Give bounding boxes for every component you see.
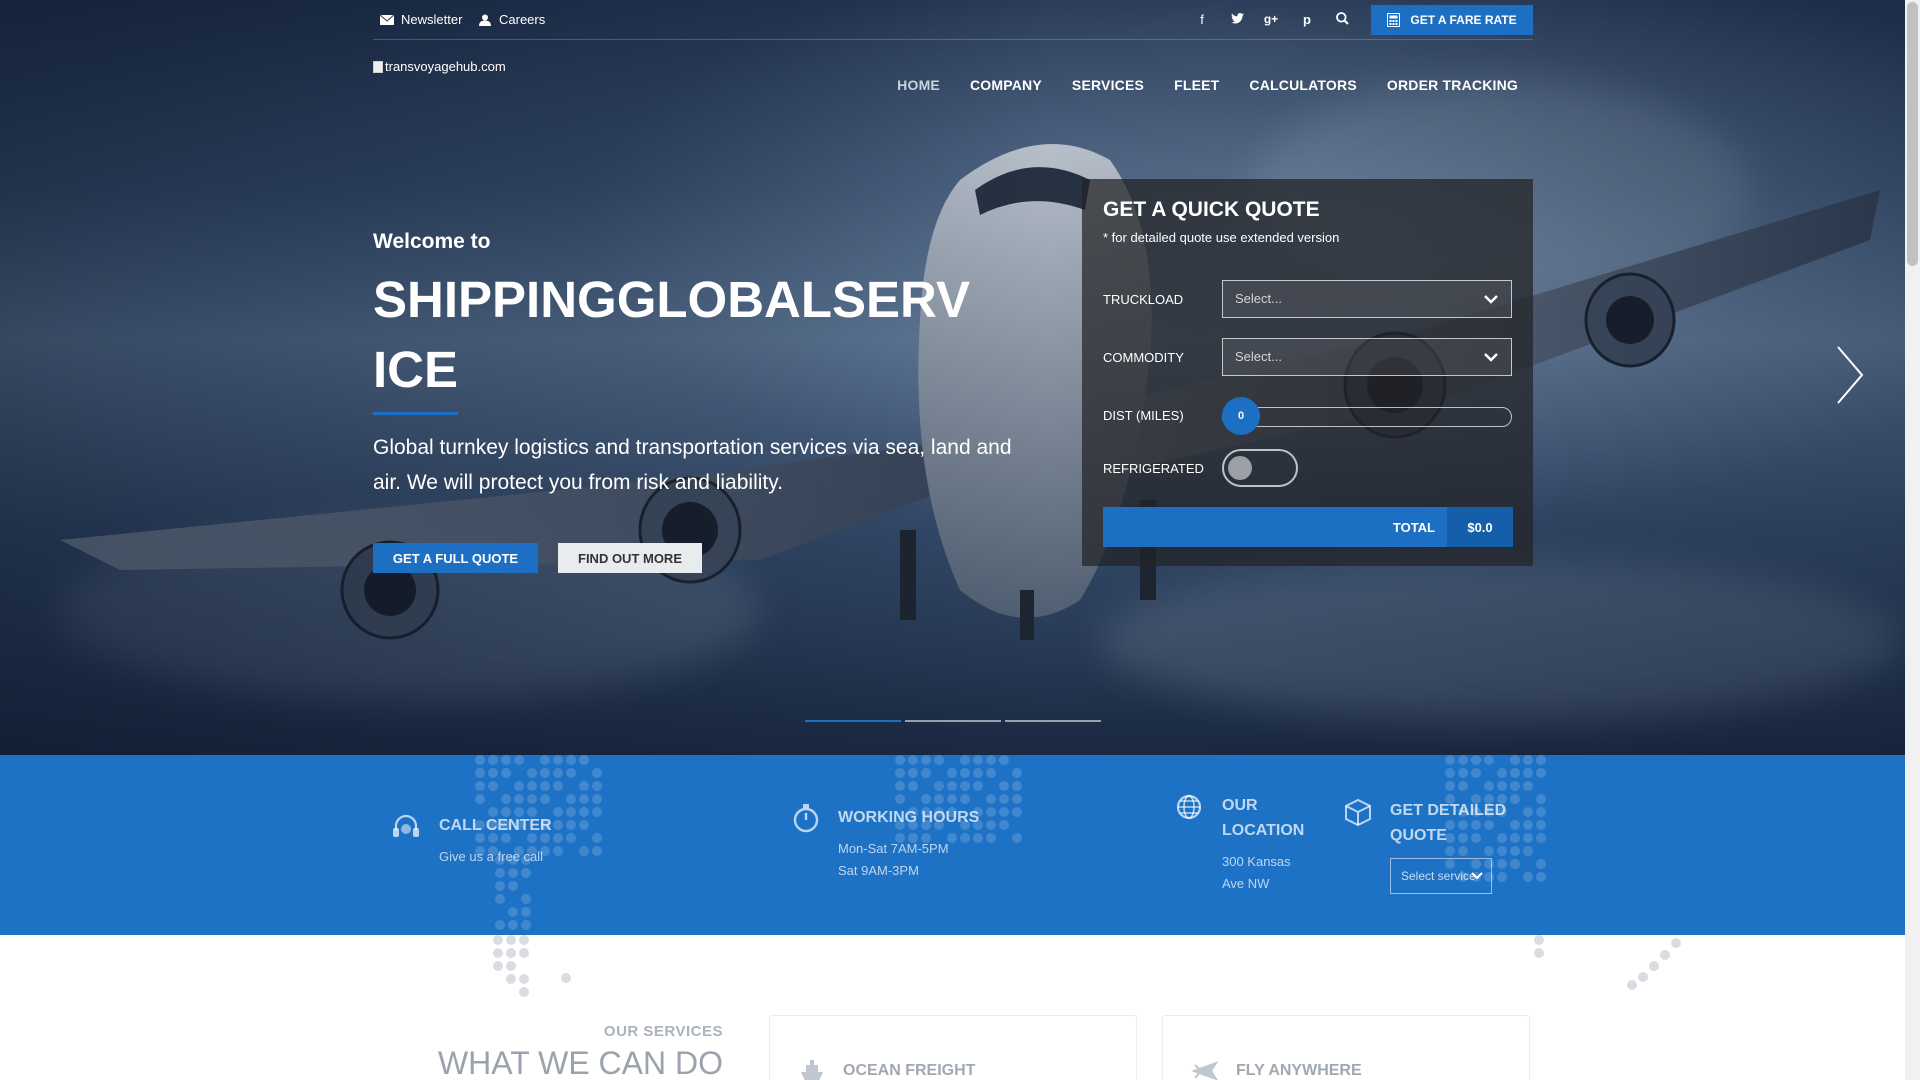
- get-full-quote-button[interactable]: GET A FULL QUOTE: [373, 543, 538, 573]
- package-icon: [1345, 798, 1371, 827]
- commodity-select[interactable]: Select...: [1222, 338, 1512, 376]
- slide-indicator-1[interactable]: [805, 720, 901, 722]
- commodity-label: COMMODITY: [1103, 350, 1184, 365]
- detailed-quote-title-line1: GET DETAILED: [1390, 802, 1507, 819]
- quick-quote-note: * for detailed quote use extended versio…: [1103, 230, 1340, 245]
- working-hours-block: WORKING HOURS Mon-Sat 7AM-5PM Sat 9AM-3P…: [838, 805, 979, 882]
- hero-lead: Global turnkey logistics and transportat…: [373, 436, 1012, 494]
- truckload-value: Select...: [1235, 291, 1282, 306]
- location-block: OUR LOCATION 300 Kansas Ave NW: [1222, 793, 1304, 895]
- commodity-value: Select...: [1235, 349, 1282, 364]
- hero-slider: Newsletter Careers f g+ p GET A FARE RAT…: [0, 0, 1905, 755]
- get-fare-rate-button[interactable]: GET A FARE RATE: [1371, 5, 1533, 35]
- total-value: $0.0: [1447, 507, 1513, 547]
- get-fare-rate-label: GET A FARE RATE: [1410, 13, 1517, 27]
- globe-icon: [1176, 794, 1202, 820]
- scrollbar-thumb[interactable]: [1907, 2, 1918, 266]
- logo-alt-text: transvoyagehub.com: [385, 59, 506, 74]
- working-hours-weekday: Mon-Sat 7AM-5PM: [838, 841, 949, 856]
- calculator-icon: [1387, 13, 1401, 27]
- twitter-icon[interactable]: [1228, 12, 1246, 27]
- chevron-down-icon: [1484, 353, 1498, 362]
- envelope-icon: [380, 14, 394, 25]
- distance-slider-handle[interactable]: 0: [1222, 397, 1260, 435]
- refrigerated-toggle[interactable]: [1222, 449, 1298, 487]
- distance-slider-track[interactable]: [1222, 407, 1512, 427]
- nav-company[interactable]: COMPANY: [970, 77, 1042, 93]
- airplane-icon: [1191, 1061, 1219, 1080]
- google-plus-icon[interactable]: g+: [1262, 12, 1280, 26]
- toggle-knob: [1228, 456, 1252, 480]
- slide-indicator-3[interactable]: [1005, 720, 1101, 722]
- detailed-quote-block: GET DETAILED QUOTE Select service: [1390, 798, 1506, 894]
- careers-link[interactable]: Careers: [478, 12, 545, 27]
- service-card-ocean-freight[interactable]: OCEAN FREIGHT: [769, 1015, 1137, 1080]
- main-nav: HOME COMPANY SERVICES FLEET CALCULATORS …: [897, 77, 1518, 93]
- user-icon: [479, 14, 491, 26]
- slide-indicator-2[interactable]: [905, 720, 1001, 722]
- nav-fleet[interactable]: FLEET: [1174, 77, 1219, 93]
- nav-calculators[interactable]: CALCULATORS: [1249, 77, 1356, 93]
- quick-quote-panel: GET A QUICK QUOTE * for detailed quote u…: [1082, 179, 1533, 566]
- careers-label: Careers: [499, 12, 546, 27]
- location-address-line2: Ave NW: [1222, 876, 1270, 891]
- location-title-line2: LOCATION: [1222, 822, 1305, 839]
- search-icon[interactable]: [1333, 12, 1351, 28]
- refrigerated-label: REFRIGERATED: [1103, 461, 1204, 476]
- working-hours-title: WORKING HOURS: [838, 809, 980, 826]
- nav-services[interactable]: SERVICES: [1072, 77, 1144, 93]
- quick-quote-title: GET A QUICK QUOTE: [1103, 198, 1320, 221]
- headset-icon: [393, 814, 419, 837]
- total-label: TOTAL: [1392, 520, 1435, 535]
- nav-home[interactable]: HOME: [897, 77, 940, 93]
- broken-image-icon: [373, 60, 383, 73]
- call-center-text: Give us a free call: [439, 849, 544, 864]
- total-bar: TOTAL $0.0: [1103, 507, 1513, 547]
- service-card-title: FLY ANYWHERE: [1236, 1062, 1362, 1079]
- call-center-title: CALL CENTER: [439, 817, 552, 834]
- info-strip: CALL CENTER Give us a free call WORKING …: [0, 755, 1905, 935]
- find-out-more-button[interactable]: FIND OUT MORE: [558, 543, 702, 573]
- ship-icon: [801, 1060, 823, 1080]
- truckload-select[interactable]: Select...: [1222, 280, 1512, 318]
- select-service-dropdown[interactable]: Select service: [1390, 858, 1492, 894]
- distance-label: DIST (MILES): [1103, 408, 1184, 423]
- hero-welcome: Welcome to: [373, 230, 491, 253]
- page-scrollbar[interactable]: [1905, 0, 1920, 1080]
- next-slide-arrow-icon[interactable]: [1835, 345, 1865, 405]
- services-heading: WHAT WE CAN DO: [437, 1045, 723, 1080]
- location-address-line1: 300 Kansas: [1222, 854, 1291, 869]
- service-card-title: OCEAN FREIGHT: [843, 1062, 976, 1079]
- location-title-line1: OUR: [1222, 797, 1258, 814]
- detailed-quote-title-line2: QUOTE: [1390, 827, 1447, 844]
- top-bar-content: Newsletter Careers: [373, 0, 1533, 40]
- working-hours-saturday: Sat 9AM-3PM: [838, 863, 919, 878]
- chevron-down-icon: [1484, 295, 1498, 304]
- service-card-fly-anywhere[interactable]: FLY ANYWHERE: [1162, 1015, 1530, 1080]
- nav-order-tracking[interactable]: ORDER TRACKING: [1387, 77, 1518, 93]
- newsletter-link[interactable]: Newsletter: [380, 12, 462, 27]
- truckload-label: TRUCKLOAD: [1103, 292, 1184, 307]
- chevron-down-icon: [1471, 872, 1483, 880]
- facebook-icon[interactable]: f: [1193, 12, 1211, 27]
- call-center-block: CALL CENTER Give us a free call: [439, 813, 552, 868]
- hero-headline: SHIPPINGGLOBALSERVICE: [373, 271, 970, 398]
- select-service-value: Select service: [1401, 869, 1476, 883]
- slide-indicators: [805, 720, 1101, 722]
- stopwatch-icon: [793, 804, 819, 833]
- headline-underline: [373, 412, 458, 415]
- services-kicker: OUR SERVICES: [603, 1023, 723, 1040]
- site-logo[interactable]: transvoyagehub.com: [373, 59, 506, 74]
- newsletter-label: Newsletter: [401, 12, 463, 27]
- pinterest-icon[interactable]: p: [1298, 12, 1316, 27]
